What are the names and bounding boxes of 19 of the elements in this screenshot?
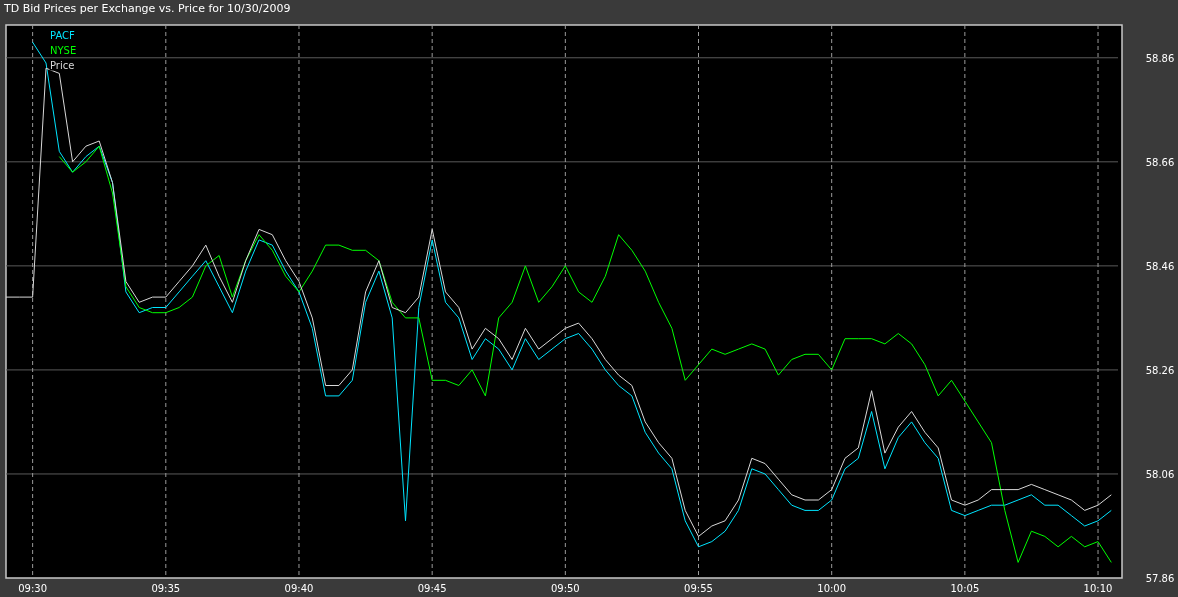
axis-label: 57.86 (1145, 573, 1175, 584)
legend-label: PACF (50, 30, 75, 41)
axis-label: 58.46 (1145, 260, 1175, 272)
legend-label: NYSE (50, 45, 77, 56)
axis-label: 09:35 (151, 583, 181, 594)
window-title: TD Bid Prices per Exchange vs. Price for 10/30/2009 (3, 1, 292, 17)
axis-label: 09:40 (284, 583, 314, 594)
axis-label: 09:30 (18, 583, 48, 594)
axis-label: 58.26 (1145, 364, 1175, 376)
legend-label: Price (50, 60, 75, 71)
axis-label: 10:00 (817, 583, 847, 594)
axis-label: 09:45 (417, 583, 447, 594)
axis-label: 58.66 (1145, 156, 1175, 168)
axis-label: 09:50 (550, 583, 580, 594)
axis-label: 58.06 (1145, 468, 1175, 480)
axis-label: 10:10 (1083, 583, 1113, 594)
axis-label: 58.86 (1145, 52, 1175, 64)
axis-label: 10:05 (950, 583, 980, 594)
axis-label: 09:55 (684, 583, 713, 594)
